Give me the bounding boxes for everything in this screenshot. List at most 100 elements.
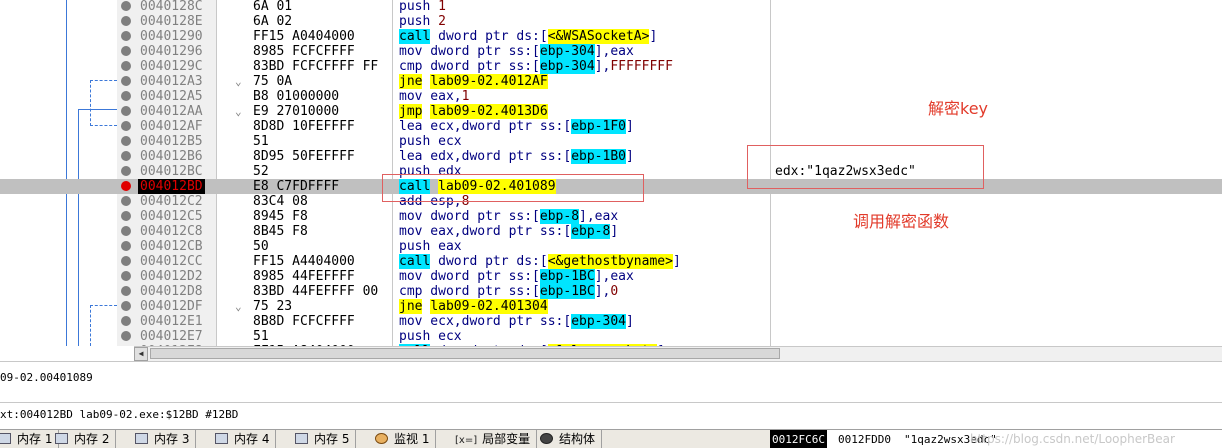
tab-watch-6[interactable]: 监视 1 [371,430,437,448]
breakpoint-slot-icon[interactable] [121,331,131,341]
edx-value-note: edx:"1qaz2wsx3edc" [775,164,916,179]
instruction-row[interactable]: 004012B5 51 push ecx [0,134,1222,149]
stack-view[interactable]: 0012FC6C 0012FDD0 "1qaz2wsx3edc" https:/… [770,429,1222,448]
instruction-text: mov dword ptr ss:[ebp-304],eax [399,44,634,59]
instruction-token: mov eax, [399,89,462,104]
scroll-thumb[interactable] [150,348,780,359]
instruction-token: jne [399,74,423,89]
instruction-token: ] [649,29,658,44]
breakpoint-slot-icon[interactable] [121,301,131,311]
breakpoint-slot-icon[interactable] [121,61,131,71]
instruction-text: mov eax,dword ptr ss:[ebp-8] [399,224,618,239]
instruction-token: 1 [461,89,470,104]
instruction-address: 004012A5 [140,89,203,104]
instruction-bytes: 8D8D 10FEFFFF [253,119,355,134]
instruction-bytes: 50 [253,239,269,254]
breakpoint-slot-icon[interactable] [121,1,131,11]
instruction-address: 004012DF [140,299,203,314]
breakpoint-slot-icon[interactable] [121,226,131,236]
instruction-text: cmp dword ptr ss:[ebp-304],FFFFFFFF [399,59,673,74]
disassembly-pane[interactable]: 0040128C 6A 01 push 1 0040128E 6A 02 push 2 00… [0,0,1222,346]
memory-icon [0,433,11,444]
instruction-address: 004012AA [140,104,203,119]
instruction-row[interactable]: 00401290 FF15 A0404000 call dword ptr ds:[… [0,29,1222,44]
instruction-row[interactable]: 004012A3 ⌄ 75 0A jne lab09-02.4012AF [0,74,1222,89]
instruction-token: ] [625,314,634,329]
instruction-token: push [399,0,439,14]
instruction-address: 004012E1 [140,314,203,329]
instruction-token: ebp-8 [571,224,611,239]
instruction-row[interactable]: 004012CB 50 push eax [0,239,1222,254]
instruction-row[interactable]: 0040128C 6A 01 push 1 [0,0,1222,14]
instruction-row[interactable]: 004012D8 83BD 44FEFFFF 00 cmp dword ptr ss… [0,284,1222,299]
instruction-row[interactable]: 004012DF ⌄ 75 23 jne lab09-02.401304 [0,299,1222,314]
instruction-bytes: 8985 FCFCFFFF [253,44,355,59]
breakpoint-slot-icon[interactable] [121,91,131,101]
tab-label: 内存 2 [74,432,110,446]
instruction-row[interactable]: 004012C5 8945 F8 mov dword ptr ss:[ebp-8],… [0,209,1222,224]
tab-struct-8[interactable]: 结构体 [536,430,603,448]
breakpoint-slot-icon[interactable] [121,211,131,221]
tab-memory-2[interactable]: 内存 2 [51,430,117,448]
instruction-bytes: E8 C7FDFFFF [253,179,340,194]
instruction-bytes: 8B8D FCFCFFFF [253,314,355,329]
instruction-row[interactable]: 004012AF 8D8D 10FEFFFF lea ecx,dword ptr s… [0,119,1222,134]
breakpoint-slot-icon[interactable] [121,151,131,161]
breakpoint-slot-icon[interactable] [121,241,131,251]
instruction-row[interactable]: 004012D2 8985 44FEFFFF mov dword ptr ss:[e… [0,269,1222,284]
instruction-token: cmp dword ptr ss:[ [399,59,540,74]
instruction-address: 004012AF [140,119,203,134]
instruction-token: lab09-02.401304 [430,299,548,314]
instruction-row[interactable]: 004012C8 8B45 F8 mov eax,dword ptr ss:[ebp… [0,224,1222,239]
breakpoint-slot-icon[interactable] [121,136,131,146]
tab-memory-5[interactable]: 内存 5 [291,430,357,448]
breakpoint-slot-icon[interactable] [121,256,131,266]
breakpoint-slot-icon[interactable] [121,106,131,116]
instruction-bytes: 6A 02 [253,14,293,29]
instruction-token: ] [625,119,634,134]
breakpoint-slot-icon[interactable] [121,46,131,56]
stack-address: 0012FC6C [770,430,827,448]
instruction-token: dword ptr ds:[ [430,29,548,44]
instruction-bytes: 8985 44FEFFFF [253,269,355,284]
instruction-row[interactable]: 004012B6 8D95 50FEFFFF lea edx,dword ptr s… [0,149,1222,164]
scroll-left-icon[interactable]: ◀ [134,347,148,361]
horizontal-scrollbar[interactable]: ◀ [134,346,1222,361]
instruction-text: cmp dword ptr ss:[ebp-1BC],0 [399,284,618,299]
instruction-row[interactable]: 004012E1 8B8D FCFCFFFF mov ecx,dword ptr s… [0,314,1222,329]
instruction-text: push 2 [399,14,446,29]
instruction-bytes: 83BD FCFCFFFF FF [253,59,379,74]
instruction-row[interactable]: 004012AA ⌄ E9 27010000 jmp lab09-02.4013D6 [0,104,1222,119]
breakpoint-icon[interactable] [121,181,131,191]
breakpoint-slot-icon[interactable] [121,76,131,86]
instruction-address: 004012C8 [140,224,203,239]
instruction-token: jmp [399,104,423,119]
instruction-address: 004012B5 [140,134,203,149]
instruction-token: 2 [438,14,446,29]
instruction-row[interactable]: 004012E7 51 push ecx [0,329,1222,344]
breakpoint-slot-icon[interactable] [121,196,131,206]
breakpoint-slot-icon[interactable] [121,31,131,41]
watermark: https://blog.csdn.net/LoopherBear [970,432,1175,446]
breakpoint-slot-icon[interactable] [121,286,131,296]
instruction-row[interactable]: 0040129C 83BD FCFCFFFF FF cmp dword ptr ss… [0,59,1222,74]
breakpoint-slot-icon[interactable] [121,166,131,176]
breakpoint-slot-icon[interactable] [121,316,131,326]
instruction-address: 0040128C [140,0,203,14]
instruction-token: jne [399,299,423,314]
struct-icon [540,433,553,444]
instruction-bytes: 51 [253,134,269,149]
tab-memory-3[interactable]: 内存 3 [131,430,197,448]
instruction-row[interactable]: 004012A5 B8 01000000 mov eax,1 [0,89,1222,104]
instruction-row[interactable]: 004012CC FF15 A4404000 call dword ptr ds:[… [0,254,1222,269]
breakpoint-slot-icon[interactable] [121,16,131,26]
instruction-text: mov dword ptr ss:[ebp-1BC],eax [399,269,634,284]
instruction-token: ] [672,254,681,269]
instruction-token: ebp-1BC [539,269,595,284]
tab-locals-7[interactable]: [x=] 局部变量 [451,430,538,448]
instruction-row[interactable]: 00401296 8985 FCFCFFFF mov dword ptr ss:[e… [0,44,1222,59]
breakpoint-slot-icon[interactable] [121,271,131,281]
tab-memory-4[interactable]: 内存 4 [211,430,277,448]
breakpoint-slot-icon[interactable] [121,121,131,131]
instruction-row[interactable]: 0040128E 6A 02 push 2 [0,14,1222,29]
